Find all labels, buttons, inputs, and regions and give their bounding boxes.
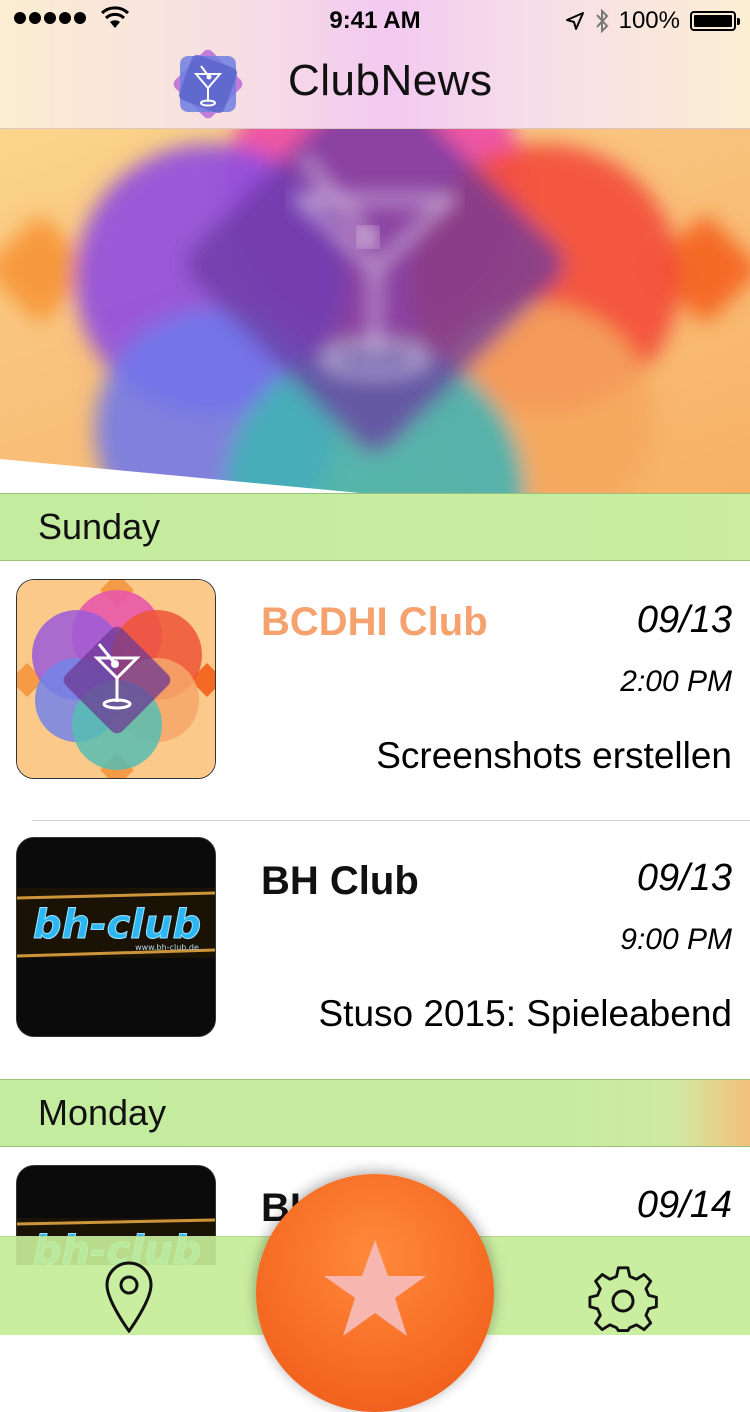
- cocktail-logo-icon: [173, 49, 243, 119]
- club-thumbnail: [16, 579, 216, 779]
- gear-icon[interactable]: [588, 1265, 658, 1335]
- app-title: ClubNews: [288, 56, 493, 105]
- status-right: 100%: [565, 7, 740, 35]
- event-title: Stuso 2015: Spieleabend: [318, 993, 732, 1034]
- club-name: BH Club: [261, 859, 419, 903]
- club-thumbnail: bh-club www.bh-club.de: [16, 837, 216, 1037]
- cocktail-logo-icon: [17, 580, 215, 778]
- section-header-monday: Monday: [0, 1079, 750, 1147]
- section-label: Sunday: [38, 506, 161, 547]
- bluetooth-icon: [595, 9, 608, 33]
- svg-text:bh-club: bh-club: [33, 902, 201, 948]
- favorites-button[interactable]: [256, 1174, 494, 1412]
- section-label: Monday: [38, 1092, 167, 1133]
- event-row[interactable]: bh-club www.bh-club.de BH Club 09/13 9:0…: [0, 821, 750, 1079]
- status-bar: 9:41 AM 100%: [0, 0, 750, 40]
- section-header-sunday: Sunday: [0, 493, 750, 561]
- event-date: 09/13: [636, 599, 732, 641]
- event-title: Screenshots erstellen: [376, 735, 732, 776]
- hero-cocktail-art: [0, 129, 750, 493]
- battery-percentage: 100%: [618, 7, 680, 34]
- neon-sign-image: bh-club www.bh-club.de: [17, 838, 215, 1036]
- club-name: BCDHI Club: [261, 600, 488, 644]
- event-date: 09/14: [636, 1184, 732, 1226]
- event-date: 09/13: [636, 857, 732, 899]
- battery-icon: [690, 11, 740, 31]
- event-time: 2:00 PM: [620, 665, 732, 698]
- event-time: 9:00 PM: [620, 923, 732, 956]
- svg-text:www.bh-club.de: www.bh-club.de: [135, 943, 199, 952]
- star-icon: [324, 1240, 426, 1336]
- event-row[interactable]: BCDHI Club 09/13 2:00 PM Screenshots ers…: [0, 562, 750, 820]
- hero-banner: [0, 129, 750, 493]
- location-arrow-icon: [565, 12, 584, 30]
- map-pin-icon[interactable]: [104, 1261, 154, 1333]
